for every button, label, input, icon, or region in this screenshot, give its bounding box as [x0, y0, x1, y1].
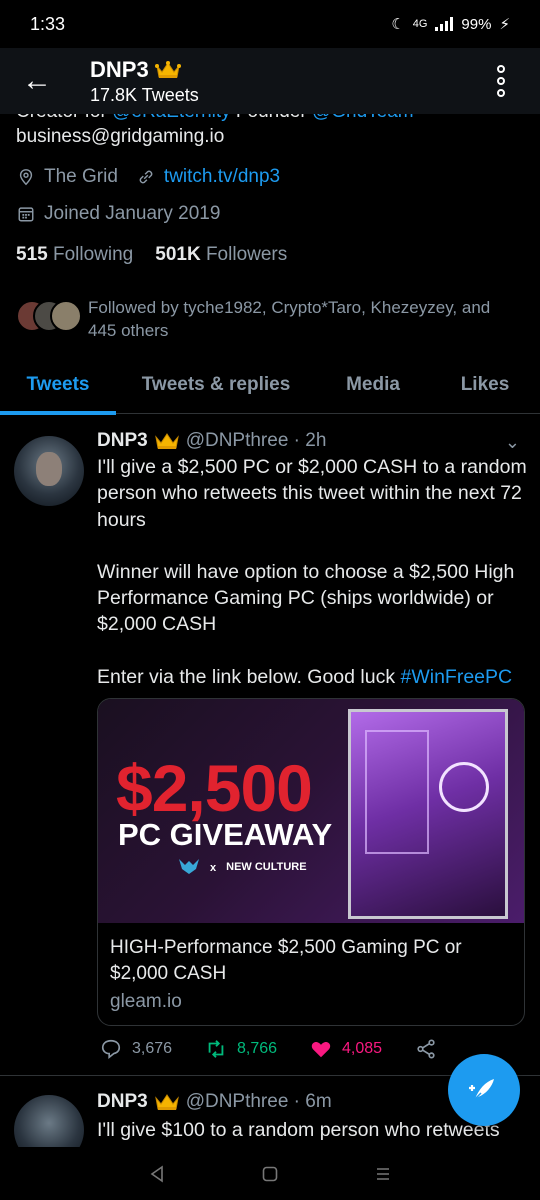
tweet-paragraph: I'll give a $2,500 PC or $2,000 CASH to …: [97, 456, 527, 531]
tab-media[interactable]: Media: [316, 356, 430, 414]
avatar: [50, 300, 82, 332]
status-bar: 1:33 ☾ 4G 99% ⚡: [0, 0, 540, 48]
tweet-header: DNP3 @DNPthree · 6m: [97, 1091, 332, 1113]
location-icon: [16, 167, 36, 187]
header-titles: DNP3 17.8K Tweets: [74, 57, 478, 106]
followers-count: 501K: [155, 244, 201, 265]
tweet-paragraph: Winner will have option to choose a $2,5…: [97, 560, 515, 636]
arrow-left-icon: ←: [22, 64, 52, 97]
followed-by-text: Followed by tyche1982, Crypto*Taro, Khez…: [88, 298, 491, 340]
card-image: $2,500 PC GIVEAWAY x NEW CULTURE: [98, 699, 524, 923]
network-label: 4G: [412, 18, 428, 30]
nav-home-button[interactable]: [255, 1159, 285, 1189]
square-home-icon: [262, 1166, 278, 1181]
profile-location: The Grid: [44, 166, 118, 187]
tweet-handle-time: @DNPthree · 6m: [185, 1091, 332, 1112]
tab-likes[interactable]: Likes: [430, 356, 540, 414]
tab-tweets-replies[interactable]: Tweets & replies: [116, 356, 316, 414]
profile-header: ← DNP3 17.8K Tweets: [0, 48, 540, 114]
avatar[interactable]: [14, 1095, 84, 1147]
tweet-paragraph-text: Enter via the link below. Good luck: [97, 665, 401, 688]
compose-feather-icon: [469, 1079, 494, 1100]
profile-joined-row: Joined January 2019: [16, 203, 220, 225]
menu-lines-icon: [377, 1167, 390, 1180]
profile-website-link[interactable]: twitch.tv/dnp3: [164, 166, 280, 188]
poster-brand: NEW CULTURE: [226, 861, 307, 873]
back-button[interactable]: ←: [0, 48, 74, 114]
crown-icon: [154, 1092, 180, 1112]
following-count: 515: [16, 244, 48, 265]
system-nav-bar: [0, 1147, 540, 1200]
signal-icon: [435, 17, 454, 31]
following-label: Following: [52, 244, 134, 265]
triangle-back-icon: [150, 1164, 163, 1183]
nav-back-button[interactable]: [142, 1159, 172, 1189]
bio-email: business@gridgaming.io: [16, 126, 225, 147]
pc-image: [348, 709, 508, 919]
profile-joined-date: Joined January 2019: [44, 203, 221, 224]
reply-count: 3,676: [132, 1040, 173, 1057]
poster-x: x: [210, 861, 217, 874]
tweet-header: DNP3 @DNPthree · 2h: [97, 430, 326, 452]
link-icon: [136, 167, 156, 187]
followers-label: Followers: [205, 244, 288, 265]
tweet-count: 17.8K Tweets: [90, 84, 199, 105]
followed-by[interactable]: Followed by tyche1982, Crypto*Taro, Khez…: [16, 296, 518, 342]
status-icons: ☾ 4G 99% ⚡: [391, 15, 510, 34]
tweet-text: I'll give a $2,500 PC or $2,000 CASH to …: [97, 454, 529, 716]
profile-meta-row: The Grid twitch.tv/dnp3: [16, 166, 280, 188]
share-icon: [417, 1039, 435, 1059]
follow-stats: 515 Following 501K Followers: [16, 244, 287, 266]
tweet-handle-time: @DNPthree · 2h: [185, 430, 327, 451]
battery-label: 99%: [461, 15, 492, 33]
profile-tabs: Tweets Tweets & replies Media Likes: [0, 356, 540, 415]
tab-tweets[interactable]: Tweets: [0, 356, 116, 415]
chevron-down-icon[interactable]: ⌄: [505, 432, 520, 453]
nav-recents-button[interactable]: [368, 1159, 398, 1189]
poster-title: PC GIVEAWAY: [118, 817, 333, 852]
header-display-name: DNP3: [90, 56, 149, 82]
link-card[interactable]: $2,500 PC GIVEAWAY x NEW CULTURE HIGH-Pe…: [97, 698, 525, 1026]
poster-amount: $2,500: [116, 751, 313, 825]
overflow-menu-button[interactable]: [478, 48, 524, 114]
followers-link[interactable]: 501K Followers: [155, 244, 287, 266]
followed-by-avatars: [16, 300, 82, 340]
like-count: 4,085: [342, 1040, 383, 1057]
like-button[interactable]: 4,085: [310, 1038, 415, 1060]
retweet-button[interactable]: 8,766: [205, 1038, 310, 1060]
dot-icon: [497, 65, 505, 73]
header-name: DNP3: [90, 57, 478, 83]
reply-icon: [101, 1039, 121, 1059]
retweet-count: 8,766: [237, 1040, 278, 1057]
compose-tweet-button[interactable]: [448, 1054, 520, 1126]
reply-button[interactable]: 3,676: [100, 1038, 205, 1060]
status-time: 1:33: [30, 13, 66, 34]
wolf-logo-icon: [178, 857, 200, 878]
heart-icon: [311, 1042, 331, 1058]
following-link[interactable]: 515 Following: [16, 244, 133, 266]
crown-icon: [154, 431, 180, 451]
crown-icon: [154, 60, 181, 80]
charging-icon: ⚡: [499, 16, 510, 33]
tweet-author-name[interactable]: DNP3: [97, 430, 148, 452]
avatar[interactable]: [14, 436, 84, 506]
poster-logos: x NEW CULTURE: [178, 857, 307, 878]
card-body: HIGH-Performance $2,500 Gaming PC or $2,…: [98, 923, 524, 1025]
card-domain: gleam.io: [110, 991, 182, 1012]
tweet-actions: 3,676 8,766 4,085: [100, 1038, 520, 1060]
tweet-paragraph: Enter via the link below. Good luck #Win…: [97, 664, 529, 690]
tweet-text: I'll give $100 to a random person who re…: [97, 1119, 500, 1141]
calendar-icon: [16, 204, 36, 224]
tweet-author-name[interactable]: DNP3: [97, 1091, 148, 1113]
dot-icon: [497, 77, 505, 85]
hashtag-link[interactable]: #WinFreePC: [401, 666, 513, 688]
retweet-icon: [208, 1040, 224, 1058]
moon-icon: ☾: [391, 16, 405, 33]
card-title: HIGH-Performance $2,500 Gaming PC or $2,…: [110, 937, 462, 984]
tweet[interactable]: DNP3 @DNPthree · 2h ⌄ I'll give a $2,500…: [0, 414, 540, 1076]
dot-icon: [497, 89, 505, 97]
